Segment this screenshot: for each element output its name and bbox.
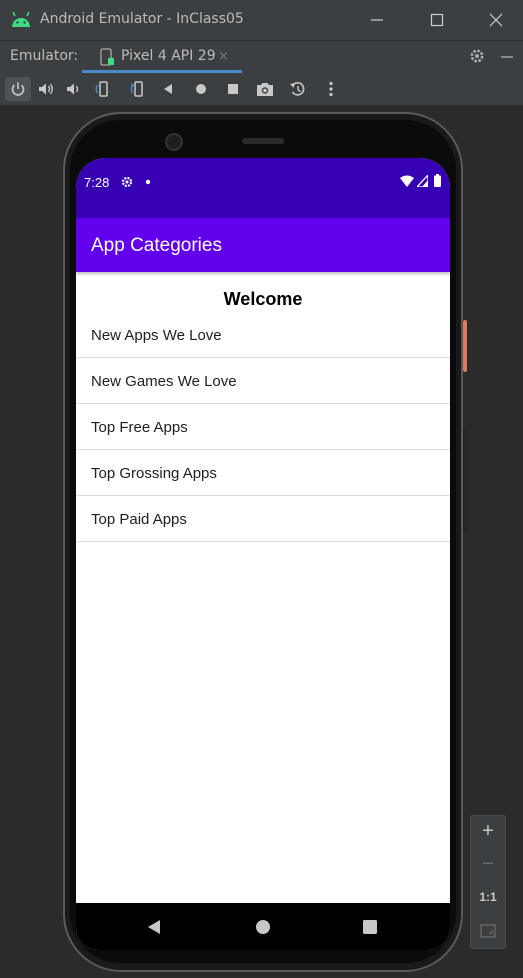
list-item-label: Top Grossing Apps	[91, 465, 217, 482]
tab-device[interactable]: Pixel 4 API 29 ×	[82, 41, 242, 73]
snapshot-button[interactable]	[285, 77, 311, 101]
gear-icon[interactable]	[468, 47, 486, 65]
welcome-heading: Welcome	[223, 289, 303, 309]
zoom-out-button[interactable]: −	[471, 853, 505, 876]
volume-up-button[interactable]	[33, 77, 59, 101]
panel-minimize-icon[interactable]	[500, 50, 514, 64]
phone-device-icon	[100, 48, 114, 66]
more-vertical-icon	[329, 81, 333, 97]
camera-icon	[257, 83, 273, 96]
notification-dot-icon	[145, 179, 151, 185]
cell-signal-icon	[417, 175, 428, 187]
window-title-bar: Android Emulator - InClass05	[0, 0, 523, 40]
nav-home-icon[interactable]	[255, 919, 271, 935]
overview-icon	[228, 84, 238, 94]
emulator-tab-bar: Emulator: Pixel 4 API 29 ×	[0, 40, 523, 73]
app-toolbar: App Categories	[76, 218, 450, 272]
home-icon	[196, 84, 206, 94]
volume-down-button[interactable]	[60, 77, 86, 101]
list-item[interactable]: Top Paid Apps	[76, 496, 450, 542]
list-item[interactable]: New Games We Love	[76, 358, 450, 404]
more-button[interactable]	[318, 77, 344, 101]
device-power-key[interactable]	[463, 320, 467, 372]
actual-size-button[interactable]: 1:1	[471, 890, 505, 904]
emulator-label: Emulator:	[10, 48, 79, 64]
list-item[interactable]: Top Grossing Apps	[76, 450, 450, 496]
rotate-right-icon	[130, 81, 143, 97]
app-title: App Categories	[91, 235, 222, 256]
home-button[interactable]	[188, 77, 214, 101]
zoom-panel: + − 1:1	[470, 815, 506, 949]
tab-device-label: Pixel 4 API 29	[121, 48, 216, 64]
list-item-label: Top Paid Apps	[91, 511, 187, 528]
list-item-label: New Games We Love	[91, 373, 237, 390]
list-item-label: Top Free Apps	[91, 419, 188, 436]
list-item[interactable]: New Apps We Love	[76, 312, 450, 358]
window-title: Android Emulator - InClass05	[40, 11, 244, 27]
back-icon	[164, 84, 172, 94]
zoom-fit-icon[interactable]	[480, 923, 496, 939]
category-list: New Apps We Love New Games We Love Top F…	[76, 312, 450, 542]
earpiece-speaker	[242, 138, 284, 144]
settings-notification-icon	[121, 176, 133, 188]
android-navigation-bar	[76, 903, 450, 950]
power-icon	[11, 82, 25, 96]
maximize-icon	[430, 13, 444, 27]
android-status-bar: 7:28	[76, 158, 450, 218]
screenshot-button[interactable]	[252, 77, 278, 101]
power-button[interactable]	[5, 77, 31, 101]
device-volume-keys[interactable]	[463, 428, 467, 533]
back-button[interactable]	[155, 77, 181, 101]
rotate-left-button[interactable]	[89, 77, 115, 101]
volume-up-icon	[39, 83, 53, 95]
battery-icon	[434, 174, 441, 187]
overview-button[interactable]	[220, 77, 246, 101]
phone-screen: 7:28 App Categories Welcome New Apps We …	[76, 158, 450, 950]
list-item-label: New Apps We Love	[91, 327, 222, 344]
close-window-button[interactable]	[481, 8, 511, 32]
volume-down-icon	[67, 83, 79, 95]
zoom-in-button[interactable]: +	[471, 820, 505, 843]
snapshot-restore-icon	[290, 82, 305, 96]
nav-overview-icon[interactable]	[363, 920, 377, 934]
rotate-right-button[interactable]	[124, 77, 150, 101]
list-item[interactable]: Top Free Apps	[76, 404, 450, 450]
wifi-icon	[400, 175, 414, 187]
status-time: 7:28	[84, 175, 110, 190]
android-logo-icon	[12, 11, 30, 27]
rotate-left-icon	[95, 81, 108, 97]
minimize-window-button[interactable]	[362, 8, 392, 32]
emulator-toolbar	[0, 73, 523, 106]
tab-close-icon[interactable]: ×	[218, 49, 229, 64]
front-camera	[165, 133, 183, 151]
nav-back-icon[interactable]	[147, 919, 161, 935]
close-icon	[489, 13, 503, 27]
minimize-icon	[371, 19, 383, 21]
maximize-window-button[interactable]	[422, 8, 452, 32]
